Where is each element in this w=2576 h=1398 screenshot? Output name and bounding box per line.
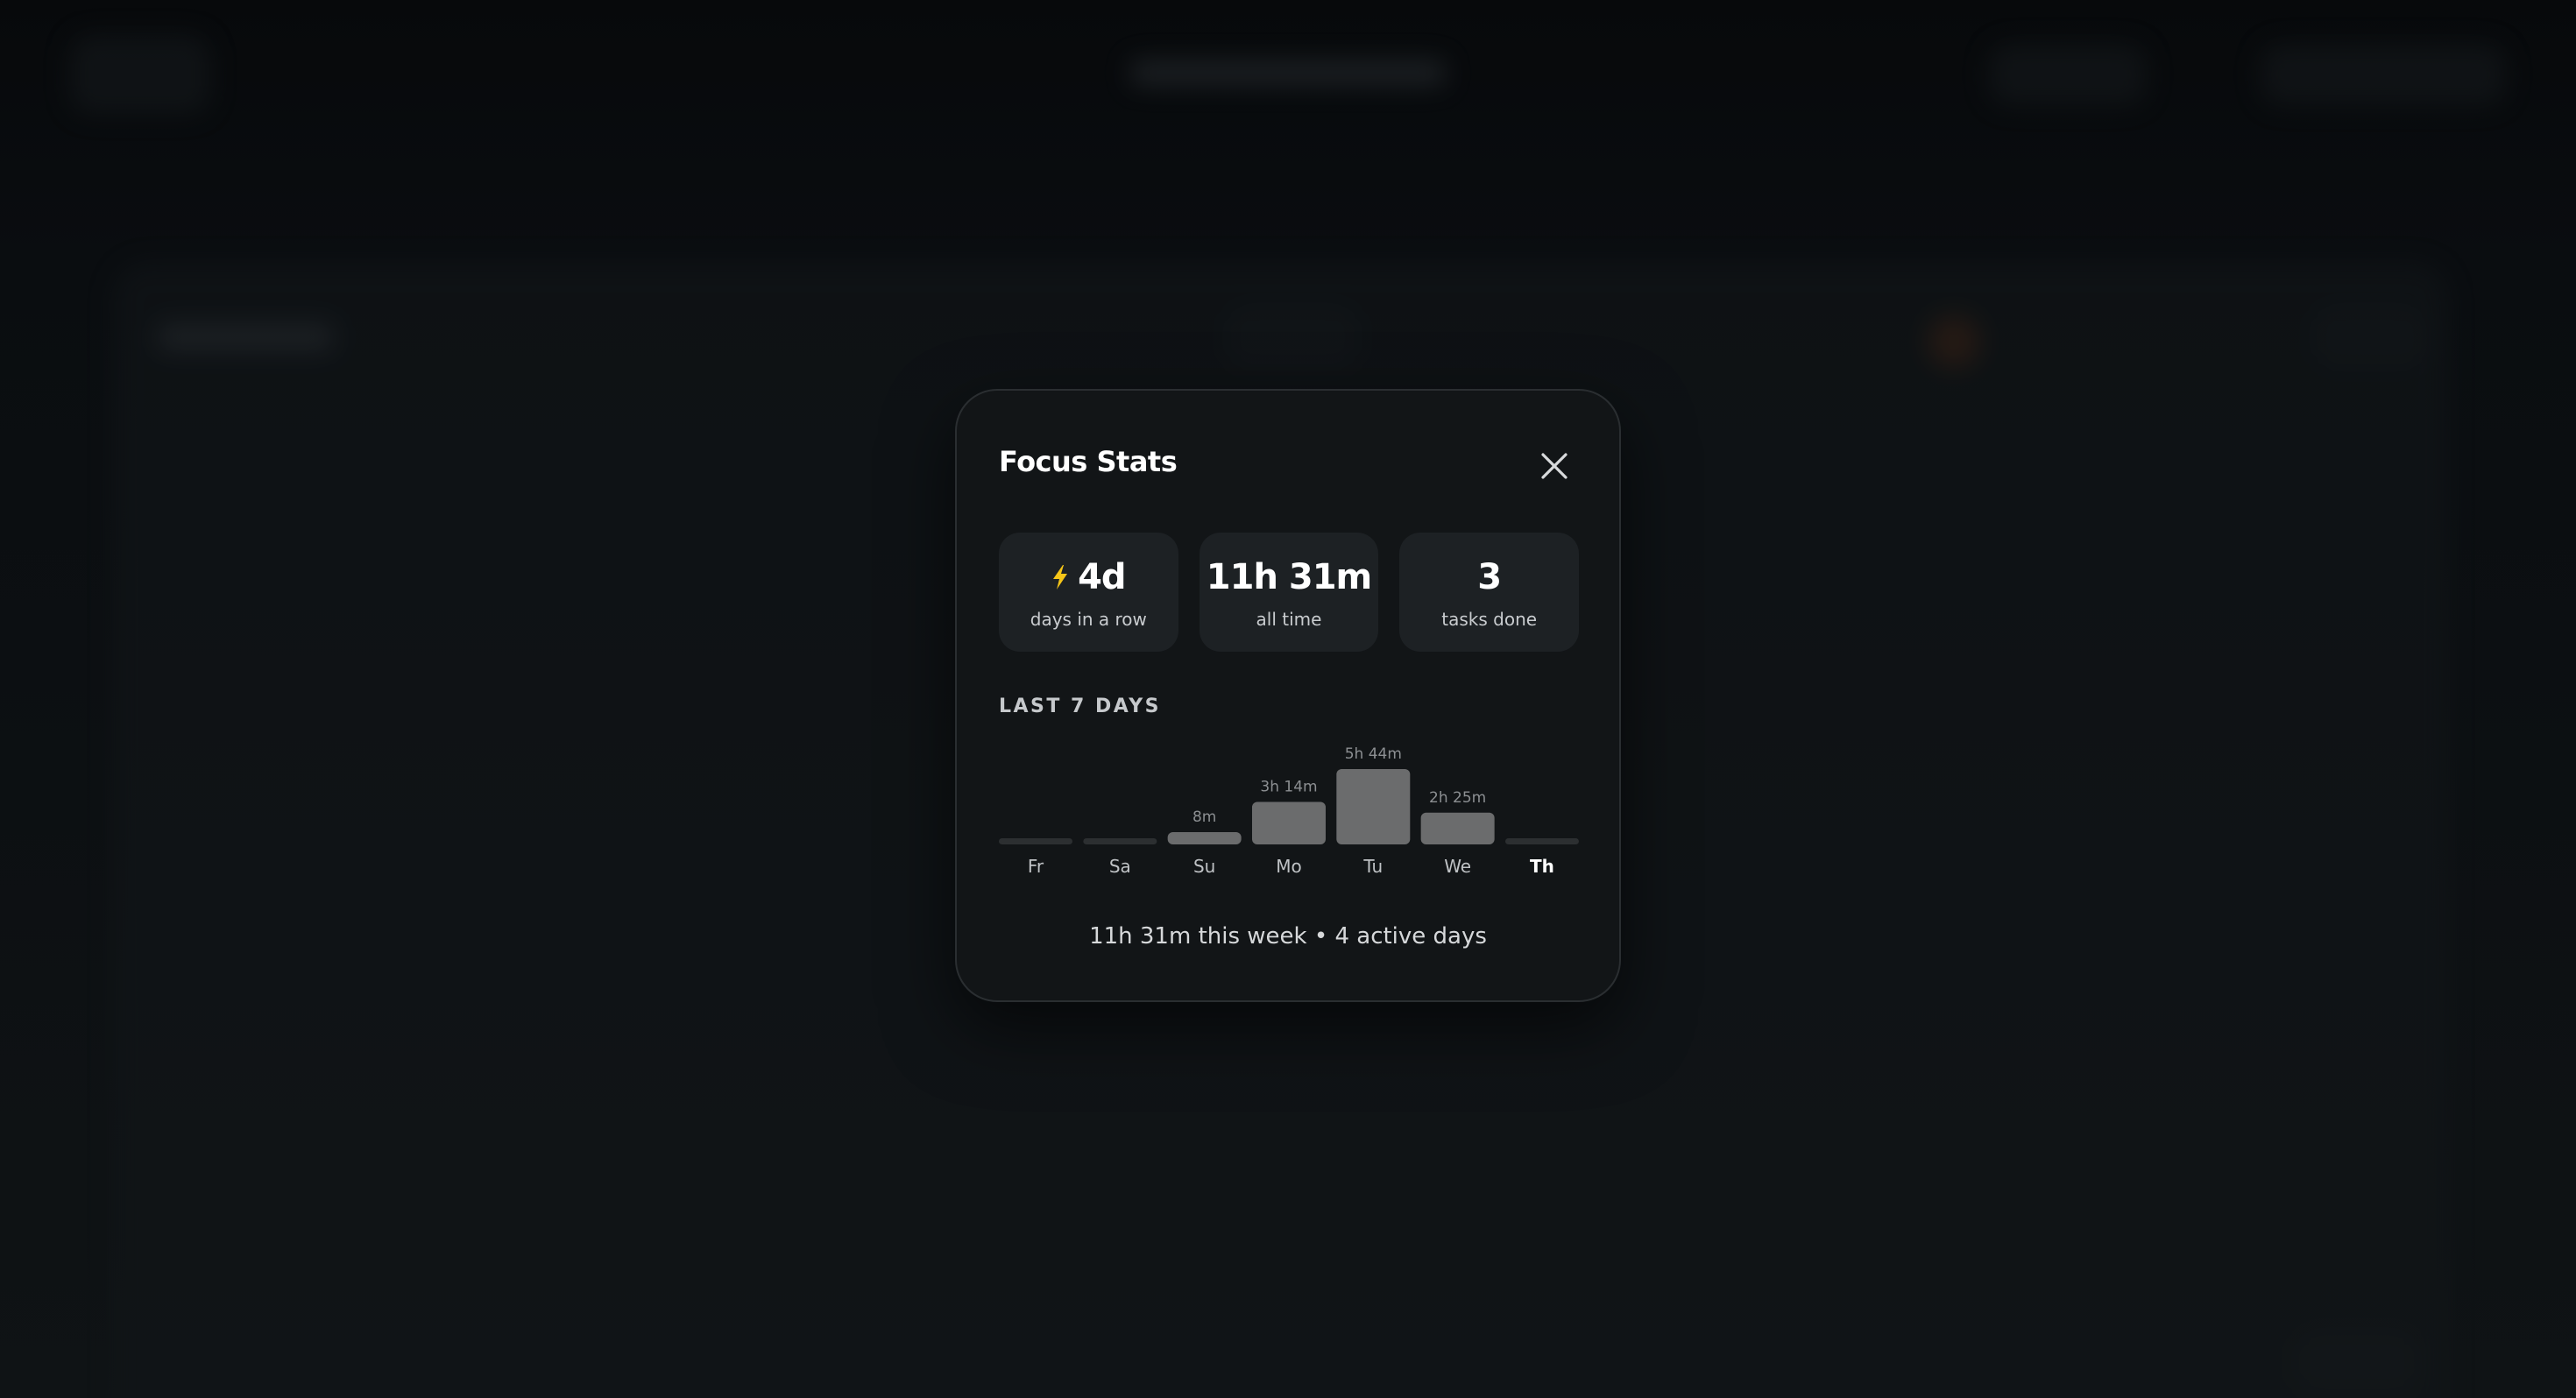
background-status-dot: [1928, 315, 1980, 368]
background-footer-button: [2296, 1331, 2418, 1393]
background-header-button-secondary: [2261, 44, 2506, 105]
stats-summary: 4d days in a row 11h 31m all time 3 task…: [999, 533, 1580, 652]
day-label-sa: Sa: [1109, 856, 1131, 877]
lightning-icon: [1053, 565, 1068, 590]
streak-label: days in a row: [1030, 609, 1147, 630]
background-panel-title: [158, 324, 333, 350]
tasks-done-value: 3: [1477, 554, 1502, 600]
streak-value: 4d: [1078, 557, 1126, 597]
day-label-su: Su: [1193, 856, 1215, 877]
week-summary: 11h 31m this week • 4 active days: [1089, 923, 1487, 950]
all-time-value: 11h 31m: [1206, 554, 1372, 600]
day-label-fr: Fr: [1028, 856, 1044, 877]
bar-tu: [1336, 769, 1411, 844]
day-label-we: We: [1444, 856, 1471, 877]
bar-fr: [999, 838, 1072, 844]
bar-value-label-we: 2h 25m: [1429, 789, 1486, 807]
background-panel-tab: [1227, 307, 1358, 368]
stat-card-streak: 4d days in a row: [999, 533, 1178, 652]
all-time-label: all time: [1256, 609, 1322, 630]
weekly-focus-bar-chart: Fr Sa 8m Su 3h 14m Mo 5h 44m Tu 2h 25m We Th: [999, 745, 1579, 877]
stat-card-all-time: 11h 31m all time: [1199, 533, 1379, 652]
bar-th: [1504, 838, 1579, 844]
last-7-days-heading: LAST 7 DAYS: [999, 695, 1161, 717]
close-icon: [1541, 453, 1568, 479]
day-label-mo: Mo: [1276, 856, 1302, 877]
bar-value-label-mo: 3h 14m: [1260, 779, 1317, 796]
background-header-text: [1130, 60, 1446, 86]
stat-card-tasks-done: 3 tasks done: [1399, 533, 1580, 652]
bar-sa: [1083, 838, 1157, 844]
bar-value-label-tu: 5h 44m: [1345, 745, 1402, 763]
streak-value-row: 4d: [1051, 554, 1127, 600]
tasks-done-value-text: 3: [1477, 557, 1502, 597]
focus-stats-dialog: Focus Stats 4d days in a row 11h 31m all…: [955, 389, 1621, 1002]
bar-mo: [1251, 801, 1326, 844]
background-header-button: [1989, 44, 2147, 105]
day-label-th: Th: [1530, 856, 1554, 877]
background-logo-block: [70, 35, 210, 114]
day-label-tu: Tu: [1362, 856, 1383, 877]
close-button[interactable]: [1530, 441, 1579, 491]
all-time-value-text: 11h 31m: [1206, 557, 1372, 597]
tasks-done-label: tasks done: [1441, 609, 1538, 630]
bar-value-label-su: 8m: [1192, 808, 1216, 826]
dialog-title: Focus Stats: [999, 445, 1178, 478]
bar-su: [1167, 832, 1242, 844]
bar-we: [1420, 812, 1495, 844]
background-panel-button: [2313, 307, 2427, 368]
